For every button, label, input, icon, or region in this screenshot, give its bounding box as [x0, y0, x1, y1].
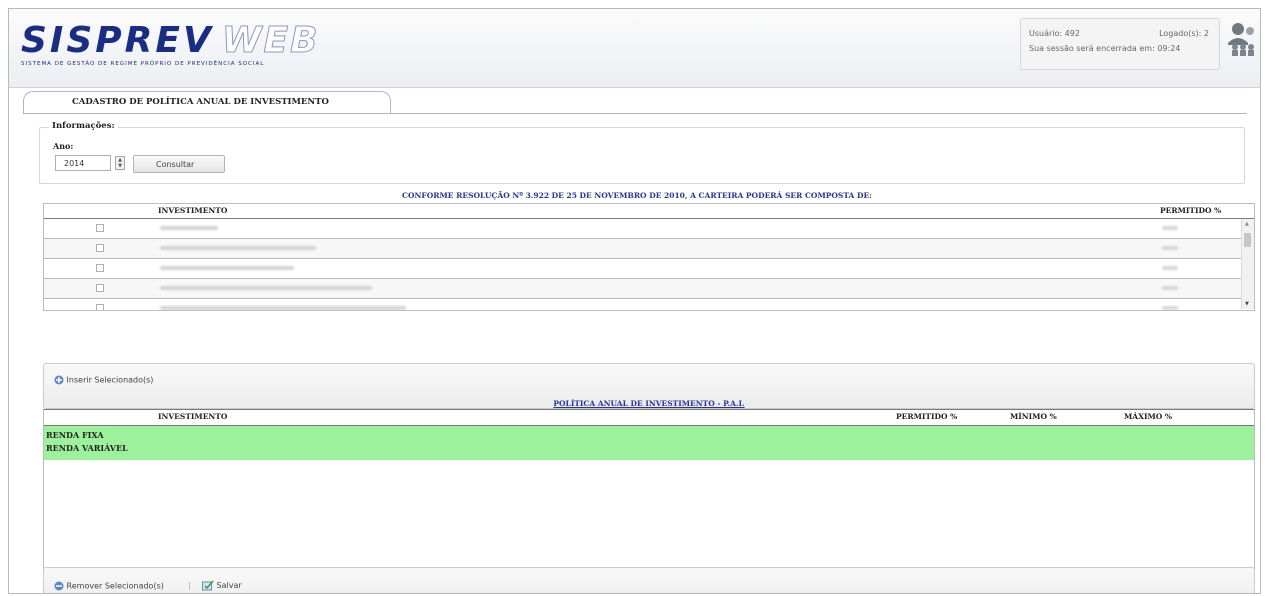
- table-row[interactable]: [44, 239, 1254, 259]
- remove-selected-button[interactable]: Remover Selecionado(s): [54, 581, 164, 591]
- scroll-up-icon[interactable]: ▲: [1245, 221, 1249, 227]
- users-icon[interactable]: [1227, 21, 1259, 57]
- blurred-investment-text: [160, 266, 294, 270]
- grid2-col-investimento: INVESTIMENTO: [158, 412, 228, 421]
- blurred-percent-text: [1162, 246, 1178, 250]
- spinner-down-icon[interactable]: ▼: [118, 163, 122, 169]
- scroll-down-icon[interactable]: ▼: [1245, 301, 1249, 307]
- insert-icon: [54, 375, 64, 385]
- row-checkbox[interactable]: [96, 264, 104, 272]
- blurred-percent-text: [1162, 226, 1178, 230]
- logo-main-text: SISPREV: [21, 20, 214, 61]
- year-label: Ano:: [53, 141, 74, 151]
- page-title-tab: CADASTRO DE POLÍTICA ANUAL DE INVESTIMEN…: [23, 91, 391, 114]
- table-row[interactable]: [44, 219, 1254, 239]
- session-timer: Sua sessão será encerrada em: 09:24: [1029, 44, 1181, 53]
- remove-selected-label: Remover Selecionado(s): [66, 581, 164, 591]
- blurred-investment-text: [160, 246, 316, 250]
- info-legend: Informações:: [49, 121, 118, 131]
- user-label: Usuário: 492: [1029, 29, 1080, 38]
- group-row-renda-fixa[interactable]: RENDA FIXA: [46, 430, 104, 440]
- table-row[interactable]: [44, 279, 1254, 299]
- consult-button[interactable]: Consultar: [133, 155, 225, 173]
- blurred-percent-text: [1162, 266, 1178, 270]
- logo-subtitle: SISTEMA DE GESTÃO DE REGIME PRÓPRIO DE P…: [21, 61, 265, 67]
- pai-group-rows: RENDA FIXA RENDA VARIÁVEL: [44, 426, 1254, 460]
- grid2-header: INVESTIMENTO PERMITIDO % MÍNIMO % MÁXIMO…: [44, 410, 1254, 426]
- row-checkbox[interactable]: [96, 304, 104, 310]
- app-header: SISPREV WEB SISTEMA DE GESTÃO DE REGIME P…: [9, 9, 1260, 88]
- year-spinner[interactable]: ▲ ▼: [115, 156, 125, 170]
- sisprev-logo: SISPREV WEB SISTEMA DE GESTÃO DE REGIME P…: [21, 20, 320, 67]
- grid2-col-minimo: MÍNIMO %: [1010, 412, 1057, 421]
- blurred-investment-text: [160, 306, 406, 310]
- table-row[interactable]: [44, 259, 1254, 279]
- section1-title: CONFORME RESOLUÇÃO Nº 3.922 DE 25 DE NOV…: [402, 191, 872, 200]
- grid1-col-permitido: PERMITIDO %: [1160, 206, 1222, 215]
- page-title: CADASTRO DE POLÍTICA ANUAL DE INVESTIMEN…: [72, 97, 329, 107]
- row-checkbox[interactable]: [96, 284, 104, 292]
- insert-selected-button[interactable]: Inserir Selecionado(s): [54, 375, 153, 385]
- year-input[interactable]: 2014: [55, 155, 111, 171]
- investment-options-grid: INVESTIMENTO PERMITIDO % ▲ ▼: [43, 203, 1255, 311]
- logo-web-text: WEB: [221, 20, 320, 61]
- blurred-investment-text: [160, 286, 372, 290]
- app-frame: SISPREV WEB SISTEMA DE GESTÃO DE REGIME P…: [8, 8, 1261, 594]
- save-label: Salvar: [216, 581, 242, 590]
- session-info-box: Usuário: 492 Logado(s): 2 Sua sessão ser…: [1020, 18, 1220, 70]
- remove-icon: [54, 581, 64, 591]
- save-icon: [202, 580, 214, 591]
- logged-users-label: Logado(s): 2: [1159, 29, 1209, 38]
- save-button[interactable]: Salvar: [202, 580, 242, 591]
- grid1-scrollbar[interactable]: ▲ ▼: [1241, 219, 1254, 309]
- grid2-col-maximo: MÁXIMO %: [1124, 412, 1173, 421]
- grid1-header: INVESTIMENTO PERMITIDO %: [44, 204, 1254, 219]
- scroll-thumb[interactable]: [1244, 233, 1251, 247]
- pai-grid: INVESTIMENTO PERMITIDO % MÍNIMO % MÁXIMO…: [43, 409, 1255, 571]
- toolbar-separator: |: [188, 581, 191, 590]
- row-checkbox[interactable]: [96, 244, 104, 252]
- grid2-col-permitido: PERMITIDO %: [896, 412, 958, 421]
- blurred-percent-text: [1162, 286, 1178, 290]
- grid1-body: [44, 219, 1254, 310]
- grid1-col-investimento: INVESTIMENTO: [158, 206, 228, 215]
- actions-toolbar: Remover Selecionado(s) | Salvar: [43, 567, 1255, 593]
- insert-selected-label: Inserir Selecionado(s): [66, 375, 154, 385]
- section2-title: POLÍTICA ANUAL DE INVESTIMENTO - P.A.I.: [553, 399, 745, 408]
- title-divider: [23, 113, 1247, 114]
- table-row[interactable]: [44, 299, 1254, 310]
- group-row-renda-variavel[interactable]: RENDA VARIÁVEL: [46, 443, 128, 453]
- row-checkbox[interactable]: [96, 224, 104, 232]
- blurred-investment-text: [160, 226, 218, 230]
- blurred-percent-text: [1162, 306, 1178, 310]
